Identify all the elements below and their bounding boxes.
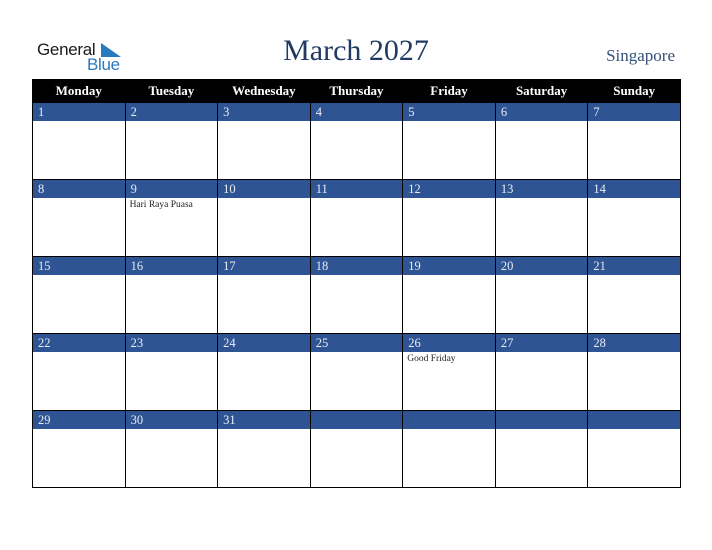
day-cell[interactable]: 22 — [32, 333, 126, 411]
day-number: 3 — [218, 103, 310, 121]
day-cell[interactable]: 28 — [587, 333, 681, 411]
day-number: 16 — [125, 257, 218, 275]
calendar-grid: Monday Tuesday Wednesday Thursday Friday… — [32, 79, 681, 488]
weekday-header: Sunday — [587, 79, 681, 103]
day-number: 19 — [403, 257, 495, 275]
weekday-header: Monday — [32, 79, 126, 103]
day-cell[interactable]: 15 — [32, 256, 126, 334]
day-number: 18 — [310, 257, 403, 275]
day-cell[interactable] — [494, 410, 589, 488]
day-cell[interactable]: 8 — [32, 179, 126, 257]
day-number — [588, 411, 680, 429]
day-number: 9 — [125, 180, 218, 198]
week-row: 29 30 31 — [32, 410, 681, 488]
weekday-header: Friday — [402, 79, 496, 103]
day-cell[interactable]: 12 — [402, 179, 496, 257]
day-number: 1 — [33, 103, 125, 121]
day-number: 12 — [403, 180, 495, 198]
day-number: 25 — [310, 334, 403, 352]
holiday-event: Hari Raya Puasa — [129, 200, 193, 210]
day-cell[interactable]: 1 — [32, 102, 126, 180]
week-row: 8 9 Hari Raya Puasa 10 11 12 13 14 — [32, 179, 681, 257]
day-number — [495, 411, 588, 429]
day-number: 29 — [33, 411, 125, 429]
day-number: 5 — [403, 103, 495, 121]
day-cell[interactable] — [402, 410, 496, 488]
day-number: 7 — [588, 103, 680, 121]
week-row: 22 23 24 25 26 Good Friday 27 28 — [32, 333, 681, 411]
day-number: 15 — [33, 257, 125, 275]
week-row: 15 16 17 18 19 20 21 — [32, 256, 681, 334]
day-cell[interactable] — [587, 410, 681, 488]
weekday-header: Tuesday — [124, 79, 219, 103]
day-cell[interactable]: 4 — [309, 102, 404, 180]
day-number: 2 — [125, 103, 218, 121]
day-number: 31 — [218, 411, 310, 429]
day-cell[interactable]: 27 — [494, 333, 589, 411]
day-cell[interactable]: 20 — [494, 256, 589, 334]
day-cell[interactable]: 7 — [587, 102, 681, 180]
day-cell[interactable]: 16 — [124, 256, 219, 334]
day-cell[interactable]: 17 — [217, 256, 311, 334]
weekday-header: Saturday — [494, 79, 589, 103]
weekday-header: Wednesday — [217, 79, 311, 103]
day-number: 21 — [588, 257, 680, 275]
day-number: 17 — [218, 257, 310, 275]
weekday-header: Thursday — [309, 79, 404, 103]
day-cell[interactable]: 11 — [309, 179, 404, 257]
day-cell[interactable]: 9 Hari Raya Puasa — [124, 179, 219, 257]
day-cell[interactable]: 26 Good Friday — [402, 333, 496, 411]
day-number: 8 — [33, 180, 125, 198]
day-number: 27 — [495, 334, 588, 352]
day-cell[interactable]: 29 — [32, 410, 126, 488]
day-number: 14 — [588, 180, 680, 198]
day-number: 13 — [495, 180, 588, 198]
day-cell[interactable]: 14 — [587, 179, 681, 257]
day-cell[interactable]: 21 — [587, 256, 681, 334]
holiday-event: Good Friday — [407, 354, 456, 364]
week-row: 1234567 — [32, 102, 681, 180]
day-cell[interactable]: 6 — [494, 102, 589, 180]
day-number: 26 — [403, 334, 495, 352]
day-cell[interactable] — [309, 410, 404, 488]
day-number: 28 — [588, 334, 680, 352]
calendar-region: Singapore — [606, 46, 675, 65]
day-number: 24 — [218, 334, 310, 352]
day-cell[interactable]: 31 — [217, 410, 311, 488]
day-cell[interactable]: 5 — [402, 102, 496, 180]
day-cell[interactable]: 2 — [124, 102, 219, 180]
day-cell[interactable]: 23 — [124, 333, 219, 411]
day-cell[interactable]: 3 — [217, 102, 311, 180]
day-cell[interactable]: 30 — [124, 410, 219, 488]
day-cell[interactable]: 18 — [309, 256, 404, 334]
day-number: 20 — [495, 257, 588, 275]
day-number: 30 — [125, 411, 218, 429]
day-cell[interactable]: 10 — [217, 179, 311, 257]
day-number: 23 — [125, 334, 218, 352]
day-cell[interactable]: 19 — [402, 256, 496, 334]
day-cell[interactable]: 24 — [217, 333, 311, 411]
day-number — [310, 411, 403, 429]
day-number: 4 — [310, 103, 403, 121]
day-number: 10 — [218, 180, 310, 198]
weekday-header-row: Monday Tuesday Wednesday Thursday Friday… — [32, 79, 681, 103]
day-cell[interactable]: 13 — [494, 179, 589, 257]
day-cell[interactable]: 25 — [309, 333, 404, 411]
day-number: 22 — [33, 334, 125, 352]
day-number: 6 — [495, 103, 588, 121]
day-number — [403, 411, 495, 429]
day-number: 11 — [310, 180, 403, 198]
